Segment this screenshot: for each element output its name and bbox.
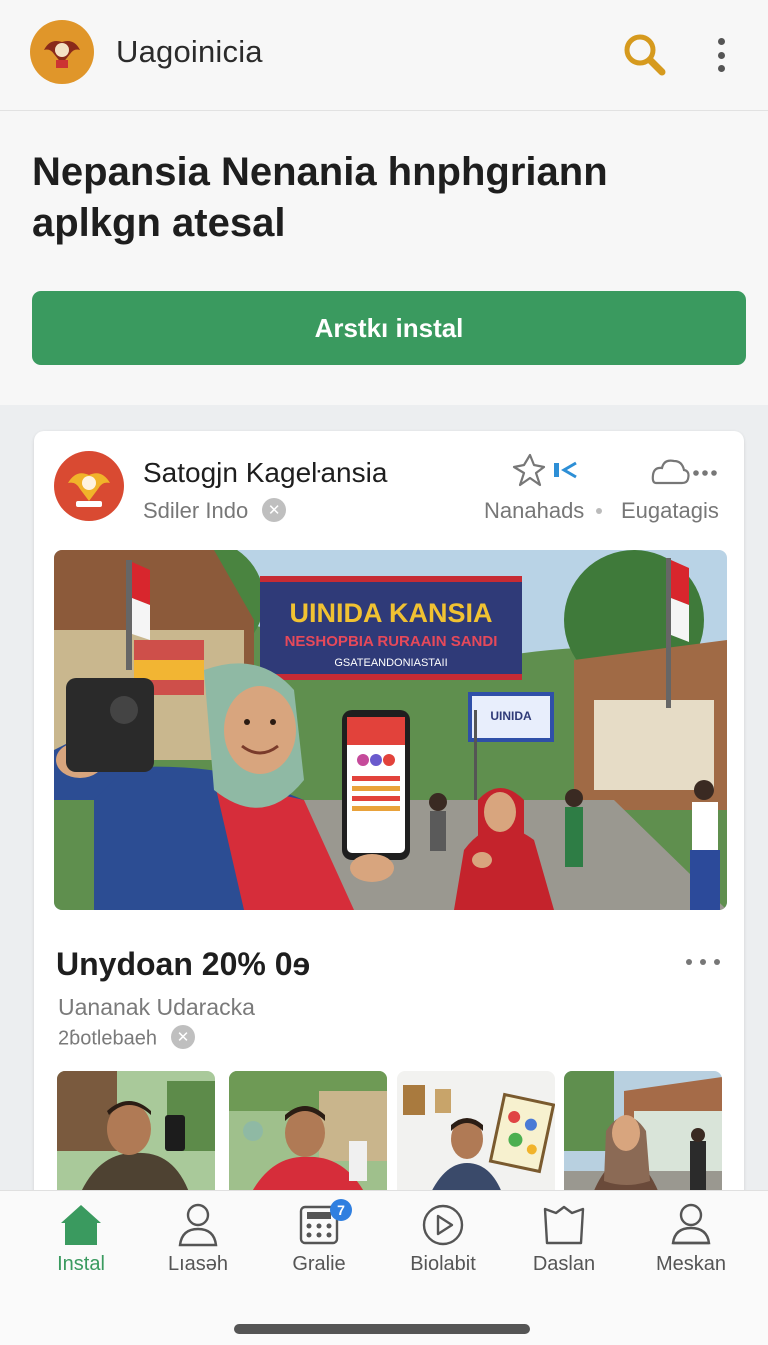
promo-subtitle: Uananak Udaracka [58,994,255,1020]
post-photo[interactable]: UINIDA KANSIA NESHOPBIA RURAAIN SANDI GS… [54,550,727,910]
search-button[interactable] [620,30,668,78]
app-title: Uagoinicia [116,34,263,69]
more-horizontal-icon[interactable] [686,959,720,969]
home-indicator [234,1324,530,1334]
banner-line-2: NESHOPBIA RURAAIN SANDI [285,633,498,650]
notification-badge: 7 [330,1199,352,1221]
promo-title[interactable]: Unydoan 20% 0ɘ [56,946,310,983]
nav-label-instal: Instal [57,1253,105,1275]
app-logo [30,20,94,84]
separator-dot [596,508,602,514]
home-icon [61,1205,101,1245]
action-label-2[interactable]: Eugatagis [621,498,719,524]
share-sparkle-icon [512,453,577,487]
user-icon [178,1203,218,1247]
nav-item-instal[interactable]: Instal [26,1201,136,1281]
play-circle-icon [422,1204,464,1246]
banner-line-1: UINIDA KANSIA [289,598,492,628]
app-bar: Uagoinicia [0,0,768,111]
nav-item-gralie[interactable]: 7 Gralie [264,1199,374,1281]
post-avatar[interactable] [54,451,124,521]
hero-title: Nepansia Nenania hnphgriann aplkgn atesa… [32,150,608,245]
promo-meta-text: 2ɓotlebaeh [58,1027,157,1050]
promo-meta: 2ɓotlebaeh ✕ [58,1025,195,1051]
post-card: Satogjn Kageŀansia Sdiler Indo ✕ Nanahads… [34,431,744,1201]
hero-section: Nepansia Nenania hnphgriann aplkgn atesa… [0,111,768,405]
action-label-1[interactable]: Nanahads [484,498,584,524]
nav-label-gralie: Gralie [292,1253,346,1275]
thumbnail-1[interactable] [57,1071,215,1201]
nav-label-daslan: Daslan [532,1253,596,1275]
bottom-navigation: Instal Lıasəh 7 Gralie Biolabit Daslan M… [0,1190,768,1345]
post-subtitle: Sdiler Indo ✕ [143,498,287,524]
close-icon[interactable]: ✕ [170,1025,195,1049]
nav-label-user: Lıasəh [167,1253,229,1275]
share-sparkle-button[interactable] [510,451,580,491]
install-button[interactable]: Arstkı instal [32,291,746,365]
folder-icon [543,1205,585,1245]
nav-item-meskan[interactable]: Meskan [636,1201,746,1281]
nav-item-user[interactable]: Lıasəh [143,1201,253,1281]
banner-line-3: GSATEANDONIASTAII [334,657,447,669]
cloud-more-icon [651,459,717,485]
search-icon [624,34,666,76]
thumbnail-3[interactable] [397,1071,555,1201]
cloud-more-button[interactable] [650,453,720,489]
thumbnail-2[interactable] [229,1071,387,1201]
nav-label-biolabit: Biolabit [410,1253,476,1275]
account-icon [671,1203,711,1245]
post-subtitle-text: Sdiler Indo [143,498,249,523]
thumbnail-4[interactable] [564,1071,722,1201]
post-author[interactable]: Satogjn Kageŀansia [143,457,387,489]
nav-item-biolabit[interactable]: Biolabit [388,1201,498,1281]
nav-item-daslan[interactable]: Daslan [509,1201,619,1281]
small-banner: UINIDA [490,709,532,723]
nav-label-meskan: Meskan [655,1253,727,1275]
close-icon[interactable]: ✕ [262,498,287,523]
more-vertical-icon[interactable] [706,38,736,72]
